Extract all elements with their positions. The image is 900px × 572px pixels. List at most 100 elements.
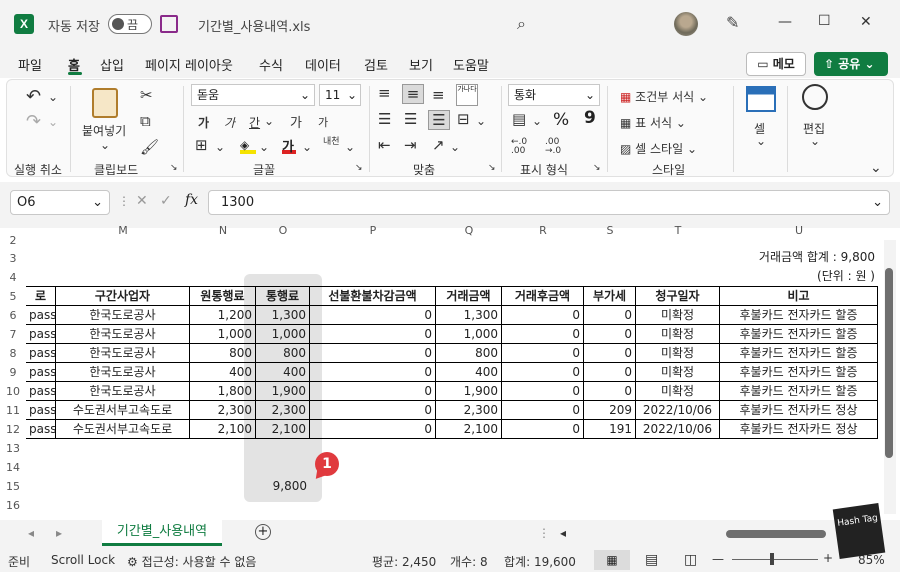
paste-button[interactable]: 붙여넣기: [82, 122, 126, 139]
decrease-decimal-icon[interactable]: .00 →.0: [545, 138, 561, 156]
row-header[interactable]: 5: [0, 290, 26, 303]
table-cell[interactable]: 209: [584, 401, 636, 420]
column-header[interactable]: O: [256, 222, 310, 239]
underline-button[interactable]: 간: [249, 114, 260, 131]
memo-button[interactable]: ▭ 메모: [746, 52, 806, 76]
table-cell[interactable]: 400: [436, 363, 502, 382]
align-top-icon[interactable]: ≡: [378, 86, 391, 101]
phonetic-dropdown-icon[interactable]: ⌄: [345, 140, 355, 154]
pen-icon[interactable]: ✎: [726, 13, 739, 32]
vertical-scroll-thumb[interactable]: [885, 268, 893, 458]
align-center-icon[interactable]: ☰: [404, 112, 417, 127]
paste-dropdown-icon[interactable]: ⌄: [100, 138, 110, 152]
enter-icon[interactable]: ✓: [160, 193, 172, 209]
table-cell[interactable]: 1,900: [256, 382, 310, 401]
table-cell[interactable]: 800: [256, 344, 310, 363]
total-amount-note[interactable]: 거래금액 합계 : 9,800: [720, 248, 878, 267]
align-right-icon[interactable]: ☰: [428, 110, 450, 130]
maximize-button[interactable]: ☐: [818, 13, 831, 29]
table-cell[interactable]: 2022/10/06: [636, 401, 720, 420]
scroll-left-icon[interactable]: ◂: [560, 526, 566, 540]
table-cell[interactable]: 2022/10/06: [636, 420, 720, 439]
zoom-slider[interactable]: [732, 559, 818, 560]
zoom-in-icon[interactable]: +: [823, 551, 833, 565]
table-cell[interactable]: 1,000: [256, 325, 310, 344]
table-cell[interactable]: 0: [584, 344, 636, 363]
cells-dropdown-icon[interactable]: ⌄: [756, 134, 766, 148]
tab-review[interactable]: 검토: [364, 55, 388, 74]
table-header-cell[interactable]: 통행료: [256, 287, 310, 306]
table-cell[interactable]: 후불카드 전자카드 할증: [720, 325, 878, 344]
font-color-dropdown-icon[interactable]: ⌄: [302, 140, 312, 154]
table-cell[interactable]: 400: [256, 363, 310, 382]
column-header[interactable]: T: [636, 222, 720, 239]
table-cell[interactable]: 2,100: [256, 420, 310, 439]
italic-button[interactable]: 가: [224, 114, 235, 131]
table-header-cell[interactable]: 거래금액: [436, 287, 502, 306]
undo-icon[interactable]: ↶: [26, 88, 41, 106]
font-launcher-icon[interactable]: ↘: [355, 163, 363, 173]
table-cell[interactable]: 1,200: [190, 306, 256, 325]
decrease-indent-icon[interactable]: ⇤: [378, 138, 391, 153]
column-header[interactable]: P: [310, 222, 436, 239]
table-cell[interactable]: 1,300: [436, 306, 502, 325]
table-cell[interactable]: 한국도로공사: [56, 306, 190, 325]
font-color-icon[interactable]: 가: [282, 136, 296, 155]
next-sheet-icon[interactable]: ▸: [56, 526, 62, 540]
table-cell[interactable]: 1,000: [436, 325, 502, 344]
table-cell[interactable]: 0: [584, 382, 636, 401]
splitter-icon[interactable]: ⋮: [538, 526, 550, 540]
name-box[interactable]: O6 ⌄: [10, 190, 110, 215]
table-cell[interactable]: 0: [310, 325, 436, 344]
tab-page-layout[interactable]: 페이지 레이아웃: [145, 55, 233, 74]
share-button[interactable]: ⇧ 공유 ⌄: [814, 52, 888, 76]
row-header[interactable]: 4: [0, 271, 26, 284]
row-header[interactable]: 16: [0, 499, 26, 512]
comma-style-button[interactable]: 9: [584, 108, 596, 128]
table-cell[interactable]: 한국도로공사: [56, 344, 190, 363]
borders-dropdown-icon[interactable]: ⌄: [215, 140, 225, 154]
table-cell[interactable]: 800: [436, 344, 502, 363]
minimize-button[interactable]: —: [778, 14, 792, 30]
sum-stat[interactable]: 합계: 19,600: [504, 553, 576, 570]
table-cell[interactable]: 1,000: [190, 325, 256, 344]
table-cell[interactable]: pass: [26, 344, 56, 363]
conditional-format-button[interactable]: ▦ 조건부 서식 ⌄: [620, 88, 708, 105]
page-layout-view-icon[interactable]: ▤: [645, 552, 658, 568]
percent-style-button[interactable]: %: [553, 110, 569, 130]
table-cell[interactable]: 한국도로공사: [56, 325, 190, 344]
table-cell[interactable]: 후불카드 전자카드 할증: [720, 382, 878, 401]
column-header[interactable]: S: [584, 222, 636, 239]
table-cell[interactable]: 1,300: [256, 306, 310, 325]
table-cell[interactable]: pass: [26, 363, 56, 382]
increase-decimal-icon[interactable]: ←.0.00: [511, 138, 527, 156]
shrink-font-button[interactable]: 가: [318, 114, 328, 130]
table-cell[interactable]: 후불카드 전자카드 할증: [720, 306, 878, 325]
table-cell[interactable]: 미확정: [636, 382, 720, 401]
table-cell[interactable]: 0: [310, 363, 436, 382]
tab-data[interactable]: 데이터: [305, 55, 341, 74]
undo-dropdown-icon[interactable]: ⌄: [48, 90, 58, 104]
table-cell[interactable]: 0: [310, 420, 436, 439]
font-size-dropdown[interactable]: 11 ⌄: [319, 84, 361, 106]
row-header[interactable]: 13: [0, 442, 26, 455]
row-header[interactable]: 6: [0, 309, 26, 322]
table-cell[interactable]: 0: [502, 401, 584, 420]
table-cell[interactable]: 수도권서부고속도로: [56, 401, 190, 420]
row-header[interactable]: 9: [0, 366, 26, 379]
cells-icon[interactable]: [746, 86, 776, 112]
table-cell[interactable]: 후불카드 전자카드 할증: [720, 363, 878, 382]
unit-note[interactable]: (단위 : 원 ): [720, 267, 878, 286]
fill-color-icon[interactable]: ◈: [240, 138, 256, 154]
count-stat[interactable]: 개수: 8: [450, 553, 488, 570]
insert-function-button[interactable]: fx: [185, 192, 198, 208]
tab-view[interactable]: 보기: [409, 55, 433, 74]
orientation-icon[interactable]: ↗: [432, 138, 445, 153]
table-cell[interactable]: 한국도로공사: [56, 363, 190, 382]
search-edit-icon[interactable]: [802, 84, 828, 110]
paste-icon[interactable]: [92, 88, 118, 118]
zoom-slider-thumb[interactable]: [770, 553, 774, 565]
table-cell[interactable]: 0: [502, 344, 584, 363]
grow-font-button[interactable]: 가: [290, 112, 302, 131]
table-header-cell[interactable]: 거래후금액: [502, 287, 584, 306]
